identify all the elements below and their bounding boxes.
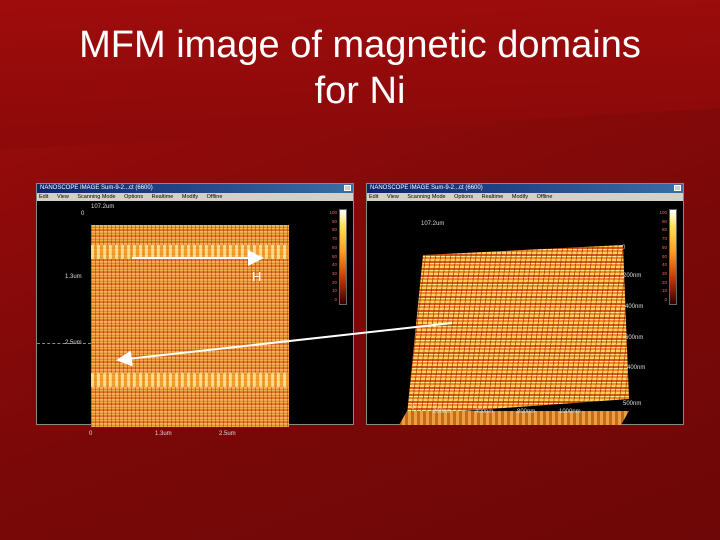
annotation-arrows	[116, 250, 453, 367]
field-label-h: H	[252, 269, 262, 284]
correlation-arrow	[116, 322, 453, 367]
